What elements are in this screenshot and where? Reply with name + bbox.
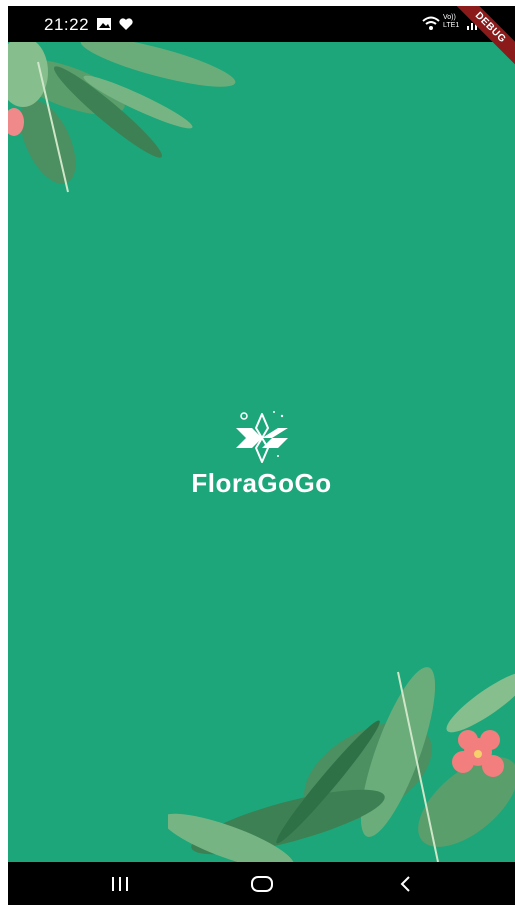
recents-icon[interactable] <box>108 874 132 894</box>
status-bar: 21:22 Vo)) LTE1 <box>8 6 515 42</box>
splash-content: FloraGoGo <box>8 42 515 862</box>
tropical-leaves-top-left <box>8 42 236 193</box>
home-icon[interactable] <box>250 874 274 894</box>
brand-logo-block: FloraGoGo <box>8 408 515 499</box>
phone-screen: 21:22 Vo)) LTE1 DEBUG FloraGoGo <box>8 6 515 905</box>
flower-logo-icon <box>235 411 288 463</box>
navigation-bar <box>8 862 515 905</box>
image-icon <box>97 18 111 30</box>
brand-name: FloraGoGo <box>191 468 332 498</box>
wifi-icon <box>422 16 440 30</box>
status-time: 21:22 <box>44 15 90 34</box>
heart-icon <box>119 18 133 30</box>
volte-indicator: Vo)) LTE1 <box>443 14 460 29</box>
tropical-leaves-bottom-right <box>168 667 515 862</box>
back-icon[interactable] <box>396 874 416 894</box>
